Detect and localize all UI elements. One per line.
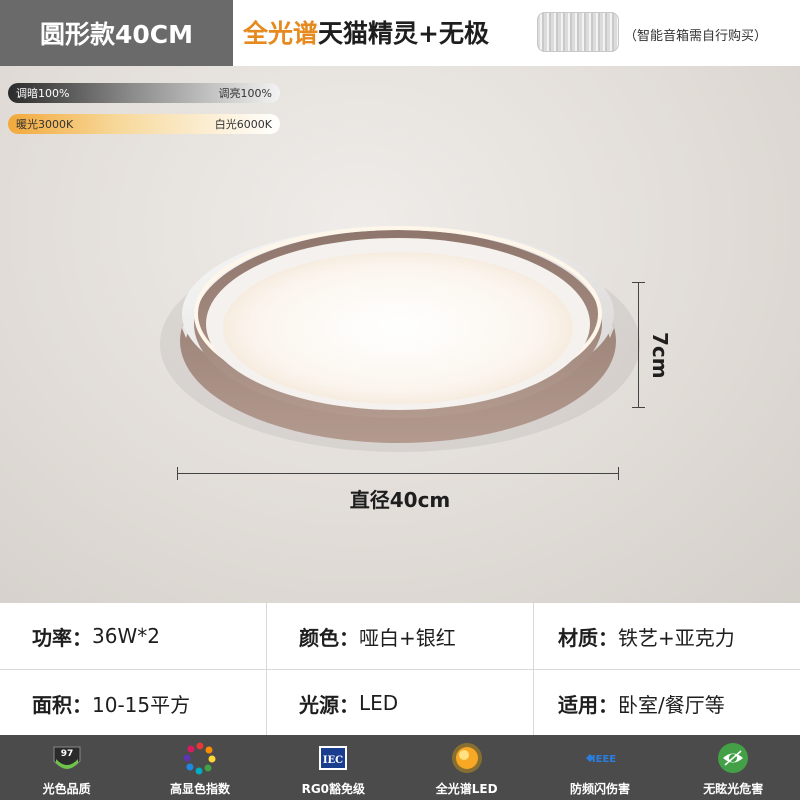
ceiling-lamp-image	[160, 226, 640, 452]
feature-item: 全光谱LED	[400, 735, 533, 800]
color-wheel-icon	[183, 742, 216, 775]
feature-item: 97 光色品质	[0, 735, 133, 800]
feature-item: 无眩光危害	[667, 735, 800, 800]
smart-speaker-image	[537, 12, 619, 52]
model-tag: 圆形款40CM	[0, 0, 233, 66]
iec-badge: IEC	[323, 755, 343, 766]
feature-label: 全光谱LED	[435, 782, 498, 796]
spec-light-source: 光源： LED	[266, 670, 533, 736]
ra97-badge: 97	[60, 749, 73, 759]
title-highlight: 全光谱	[243, 19, 319, 48]
spec-value: LED	[359, 691, 399, 715]
feature-label: 高显色指数	[169, 782, 230, 796]
feature-label: RG0豁免级	[301, 782, 366, 796]
product-title: 全光谱天猫精灵+无极	[243, 14, 489, 50]
spec-row: 面积： 10-15平方 光源： LED 适用： 卧室/餐厅等	[0, 669, 800, 736]
iec-icon: IEC	[319, 746, 348, 770]
feature-item: IEC RG0豁免级	[267, 735, 400, 800]
ieee-badge: IEEE	[592, 754, 616, 765]
speaker-note: （智能音箱需自行购买）	[624, 29, 768, 44]
spec-key: 功率：	[32, 625, 92, 650]
spec-row: 功率： 36W*2 颜色： 哑白+银红 材质： 铁艺+亚克力	[0, 603, 800, 669]
diameter-dimension-line	[177, 473, 619, 474]
spec-usage: 适用： 卧室/餐厅等	[533, 670, 800, 736]
spec-material: 材质： 铁艺+亚克力	[533, 603, 800, 669]
spec-power: 功率： 36W*2	[0, 603, 266, 669]
spec-key: 适用：	[558, 692, 618, 717]
feature-label: 无眩光危害	[703, 782, 764, 796]
feature-label: 光色品质	[42, 782, 91, 796]
height-dimension-cap-bottom	[632, 407, 645, 408]
feature-label: 防频闪伤害	[569, 782, 630, 796]
height-dimension-cap-top	[632, 282, 645, 283]
spec-value: 哑白+银红	[359, 625, 456, 650]
title-rest: 天猫精灵+无极	[318, 19, 489, 48]
feature-item: 高显色指数	[133, 735, 266, 800]
spec-area: 面积： 10-15平方	[0, 670, 266, 736]
feature-item: IEEE 防频闪伤害	[533, 735, 666, 800]
spec-key: 光源：	[299, 692, 359, 717]
diameter-dimension-cap-left	[177, 467, 178, 480]
spec-value: 10-15平方	[92, 692, 191, 717]
eye-icon	[718, 743, 749, 773]
sun-icon	[451, 743, 482, 773]
ra97-icon: 97	[53, 746, 81, 769]
spec-table: 功率： 36W*2 颜色： 哑白+银红 材质： 铁艺+亚克力 面积： 10-15平方 光…	[0, 603, 800, 736]
spec-value: 36W*2	[92, 624, 160, 648]
header-bar: 圆形款40CM 全光谱天猫精灵+无极 （智能音箱需自行购买）	[0, 0, 800, 66]
spec-key: 材质：	[558, 625, 618, 650]
diameter-dimension-cap-right	[618, 467, 619, 480]
ieee-icon: IEEE	[585, 754, 616, 765]
height-label: 7cm	[648, 332, 672, 379]
spec-key: 面积：	[32, 692, 92, 717]
spec-color: 颜色： 哑白+银红	[266, 603, 533, 669]
feature-bar: 97 光色品质 高显色指数 IEC RG0豁免级 全光谱LED IEEE 防频闪…	[0, 735, 800, 800]
product-hero: 调暗100% 调亮100% 暖光3000K 白光6000K 7cm 直径40cm	[0, 66, 800, 603]
spec-value: 铁艺+亚克力	[618, 625, 735, 650]
spec-key: 颜色：	[299, 625, 359, 650]
diameter-label: 直径40cm	[349, 488, 451, 512]
height-dimension-line	[638, 282, 639, 408]
spec-value: 卧室/餐厅等	[618, 692, 725, 717]
